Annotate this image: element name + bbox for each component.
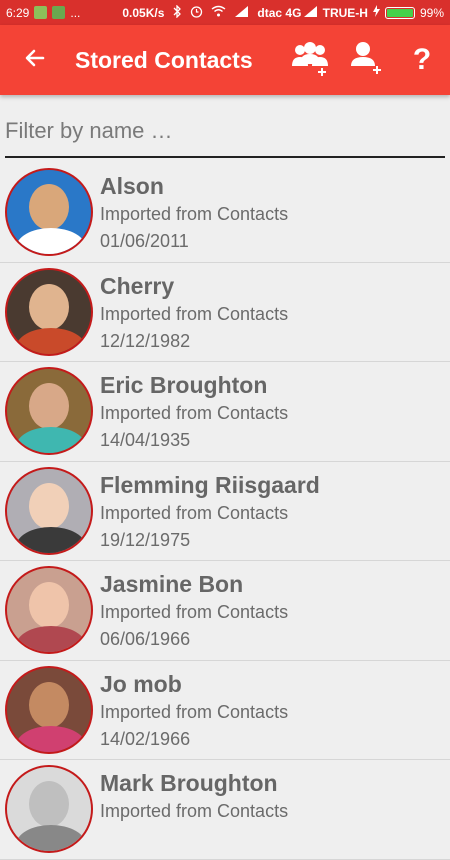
avatar-body [16,327,86,354]
contact-row[interactable]: Jasmine Bon Imported from Contacts 06/06/1… [0,561,450,661]
download-notification-icon [52,6,66,19]
contact-source: Imported from Contacts [100,403,289,423]
contact-row[interactable]: Flemming Riisgaard Imported from Contacts… [0,462,450,561]
battery-icon [384,6,415,19]
filter-field[interactable] [5,106,445,158]
contact-source: Imported from Contacts [100,801,289,821]
contact-source: Imported from Contacts [100,602,289,622]
avatar-face [29,283,69,330]
help-button[interactable]: ? [394,25,450,95]
contact-name: Alson [100,173,164,199]
contact-row[interactable]: Jo mob Imported from Contacts 14/02/1966 [0,661,450,760]
gallery-notification-icon [34,6,48,19]
avatar-face [29,383,69,429]
contact-date: 19/12/1975 [100,529,191,550]
alarm-icon [190,5,203,21]
contact-info: Eric Broughton Imported from Contacts 14/0… [100,362,288,454]
contact-avatar[interactable] [5,267,93,356]
back-button[interactable] [0,25,70,95]
help-icon: ? [412,43,432,76]
status-time: 6:29 [6,5,30,20]
add-group-button[interactable] [282,25,338,95]
avatar-body [16,228,86,254]
contact-name: Mark Broughton [100,770,278,796]
avatar-body [16,427,86,453]
contact-source: Imported from Contacts [100,303,289,324]
bluetooth-icon [172,3,182,21]
avatar-face [29,681,69,728]
avatar-face [29,184,69,230]
avatar-body [16,526,86,553]
page-title: Stored Contacts [75,46,253,73]
status-bar: 6:29 ... 0.05K/s dtac 4G TRUE-H 99% [0,0,450,25]
contact-source: Imported from Contacts [100,502,289,523]
signal-icon-2 [303,5,318,20]
signal-icon [234,5,249,20]
avatar-body [16,725,86,752]
contact-avatar[interactable] [5,665,93,754]
filter-input[interactable] [5,106,445,156]
battery-fill [386,8,413,17]
contact-avatar[interactable] [5,765,93,853]
contact-info: Flemming Riisgaard Imported from Contacts… [100,462,320,554]
contact-name: Eric Broughton [100,372,268,398]
contact-date: 06/06/1966 [100,629,191,649]
contact-info: Mark Broughton Imported from Contacts [100,760,288,825]
contact-name: Flemming Riisgaard [100,471,320,498]
avatar-body [16,626,86,652]
contact-info: Cherry Imported from Contacts 12/12/1982 [100,263,288,355]
contact-avatar[interactable] [5,466,93,555]
contact-avatar[interactable] [5,168,93,256]
contact-name: Cherry [100,272,175,299]
contact-row[interactable]: Eric Broughton Imported from Contacts 14/0… [0,362,450,462]
contact-list: Alson Imported from Contacts 01/06/2011 Che… [0,163,450,860]
contact-name: Jo mob [100,670,182,697]
avatar-face [29,582,69,628]
add-contact-button[interactable] [338,25,394,95]
contact-row[interactable]: Alson Imported from Contacts 01/06/2011 [0,163,450,263]
contact-row[interactable]: Cherry Imported from Contacts 12/12/1982 [0,263,450,362]
contact-date: 14/04/1935 [100,430,191,450]
group-add-icon [290,40,330,81]
contact-date: 12/12/1982 [100,330,191,351]
contact-source: Imported from Contacts [100,701,289,722]
contact-info: Alson Imported from Contacts 01/06/2011 [100,163,288,255]
wifi-icon [211,5,226,20]
contact-name: Jasmine Bon [100,571,244,597]
contact-info: Jo mob Imported from Contacts 14/02/1966 [100,661,288,753]
avatar-body [16,825,86,851]
avatar-face [29,781,69,827]
person-add-icon [348,40,384,81]
carrier-1: dtac 4G [257,5,302,20]
battery-percent: 99% [419,5,444,20]
contact-info: Jasmine Bon Imported from Contacts 06/06/1… [100,561,288,653]
contact-avatar[interactable] [5,566,93,654]
contact-source: Imported from Contacts [100,204,289,224]
contact-date: 01/06/2011 [100,231,189,251]
arrow-back-icon [23,46,47,75]
avatar-face [29,482,69,529]
contact-avatar[interactable] [5,367,93,455]
more-notifications-dots: ... [70,5,81,20]
network-speed: 0.05K/s [122,5,165,20]
carrier-2: TRUE-H [322,5,368,20]
charging-icon [372,5,380,20]
contact-row[interactable]: Mark Broughton Imported from Contacts [0,760,450,860]
app-bar: Stored Contacts ? [0,25,450,95]
contact-date: 14/02/1966 [100,728,191,749]
